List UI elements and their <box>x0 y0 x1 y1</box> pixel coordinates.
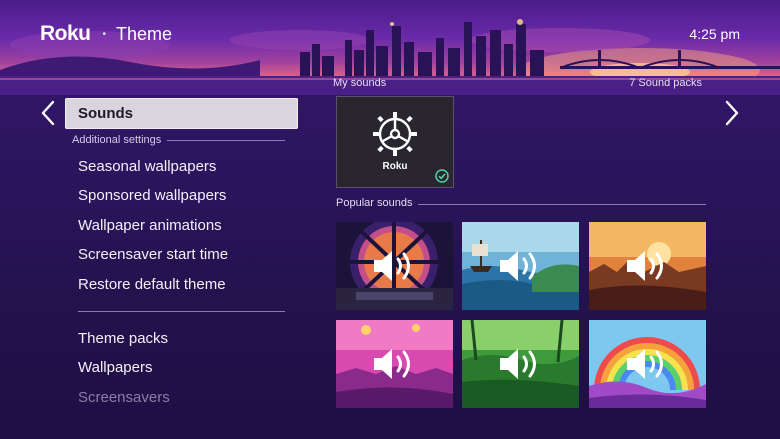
header: Roku • Theme <box>40 22 172 46</box>
gear-icon <box>373 112 417 156</box>
sound-tile-jungle[interactable] <box>462 320 579 408</box>
my-sounds-label: My sounds <box>333 77 387 89</box>
menu-item-seasonal-wallpapers[interactable]: Seasonal wallpapers <box>65 152 298 181</box>
clock: 4:25 pm <box>689 26 740 42</box>
chevron-left-icon[interactable] <box>40 100 56 126</box>
roku-logo: Roku <box>40 22 91 45</box>
header-separator: • <box>102 28 107 40</box>
popular-sounds-label: Popular sounds <box>336 197 413 209</box>
check-circle-icon <box>435 169 449 183</box>
menu-item-sponsored-wallpapers[interactable]: Sponsored wallpapers <box>65 181 298 210</box>
sound-tile-rainbow[interactable] <box>589 320 706 408</box>
speaker-icon <box>627 349 663 379</box>
page-title: Theme <box>116 23 173 44</box>
menu-item-screensavers[interactable]: Screensavers <box>65 383 298 412</box>
settings-menu: Sounds Additional settings Seasonal wall… <box>65 98 298 412</box>
speaker-icon <box>500 251 536 281</box>
subheading-label: Additional settings <box>72 134 162 146</box>
speaker-icon <box>374 349 410 379</box>
sound-tile-magic-kingdom[interactable] <box>336 320 453 408</box>
menu-divider <box>78 310 285 312</box>
speaker-icon <box>374 251 410 281</box>
menu-item-sounds[interactable]: Sounds <box>65 98 298 129</box>
sound-tile-desert[interactable] <box>589 222 706 310</box>
menu-item-restore-default-theme[interactable]: Restore default theme <box>65 270 298 299</box>
sound-tile-pirate[interactable] <box>462 222 579 310</box>
subheading-divider <box>167 139 285 141</box>
sound-tile-spaceship[interactable] <box>336 222 453 310</box>
sound-pack-count: 7 Sound packs <box>629 77 702 89</box>
popular-divider <box>418 204 706 205</box>
chevron-right-icon[interactable] <box>724 100 740 126</box>
menu-item-wallpapers[interactable]: Wallpapers <box>65 353 298 382</box>
speaker-icon <box>627 251 663 281</box>
menu-item-wallpaper-animations[interactable]: Wallpaper animations <box>65 211 298 240</box>
additional-settings-heading: Additional settings <box>65 134 298 146</box>
speaker-icon <box>500 349 536 379</box>
menu-item-screensaver-start-time[interactable]: Screensaver start time <box>65 240 298 269</box>
menu-item-theme-packs[interactable]: Theme packs <box>65 324 298 353</box>
my-sound-tile-roku[interactable]: Roku <box>336 96 454 188</box>
